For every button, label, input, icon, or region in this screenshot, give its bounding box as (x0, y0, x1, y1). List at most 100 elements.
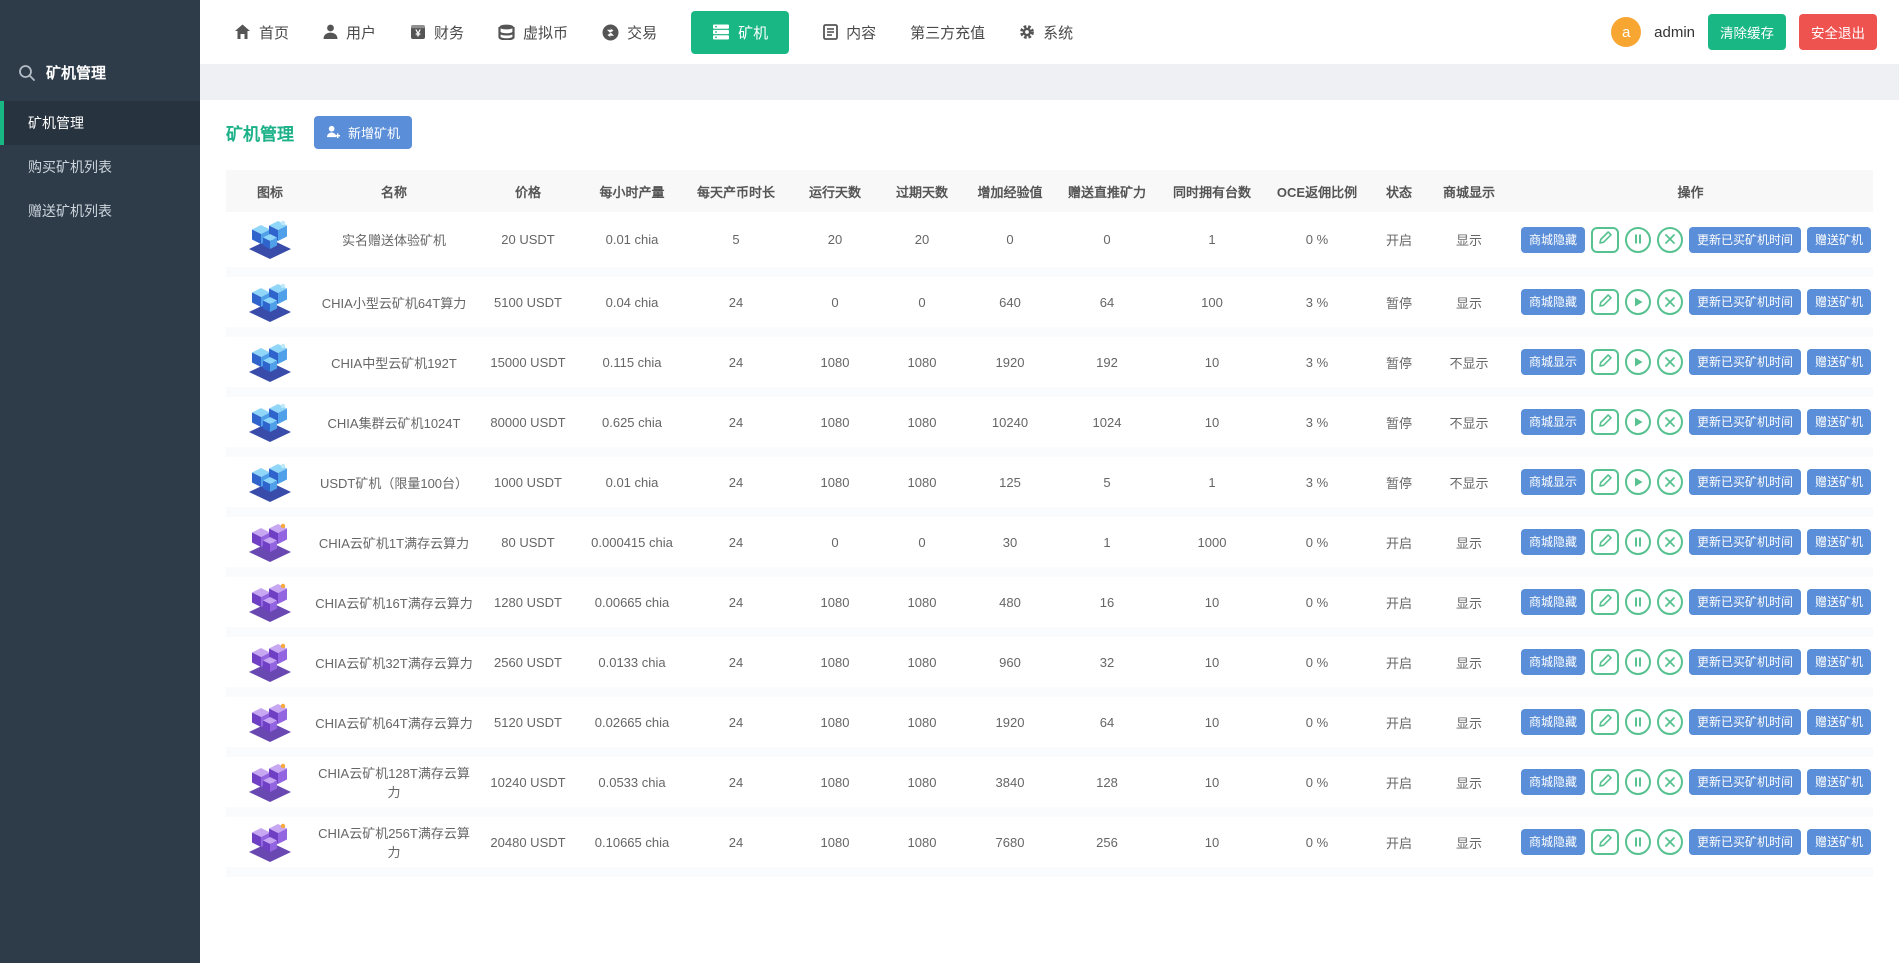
nav-item-system[interactable]: 系统 (1019, 22, 1073, 43)
update-time-button[interactable]: 更新已买矿机时间 (1689, 649, 1801, 675)
play-button[interactable] (1625, 289, 1651, 315)
edit-button[interactable] (1591, 649, 1619, 675)
edit-button[interactable] (1591, 289, 1619, 315)
gift-miner-button[interactable]: 赠送矿机 (1807, 409, 1871, 435)
gift-miner-button[interactable]: 赠送矿机 (1807, 709, 1871, 735)
cancel-button[interactable] (1657, 529, 1683, 555)
update-time-button[interactable]: 更新已买矿机时间 (1689, 409, 1801, 435)
sidebar-item-miner-management[interactable]: 矿机管理 (0, 101, 200, 145)
mall-toggle-button[interactable]: 商城隐藏 (1521, 589, 1585, 615)
nav-item-home[interactable]: 首页 (234, 22, 289, 43)
pause-button[interactable] (1625, 529, 1651, 555)
machine-icon (247, 850, 293, 865)
edit-button[interactable] (1591, 829, 1619, 855)
sidebar-item-purchased-miner-list[interactable]: 购买矿机列表 (0, 145, 200, 189)
gift-miner-button[interactable]: 赠送矿机 (1807, 829, 1871, 855)
mall-toggle-button[interactable]: 商城显示 (1521, 469, 1585, 495)
cancel-button[interactable] (1657, 349, 1683, 375)
update-time-button[interactable]: 更新已买矿机时间 (1689, 529, 1801, 555)
update-time-button[interactable]: 更新已买矿机时间 (1689, 289, 1801, 315)
nav-item-users[interactable]: 用户 (323, 22, 376, 43)
cell-running-days: 1080 (790, 332, 880, 392)
gift-miner-button[interactable]: 赠送矿机 (1807, 529, 1871, 555)
sidebar-item-gifted-miner-list[interactable]: 赠送矿机列表 (0, 189, 200, 233)
mall-toggle-button[interactable]: 商城显示 (1521, 409, 1585, 435)
gift-miner-button[interactable]: 赠送矿机 (1807, 589, 1871, 615)
mall-toggle-button[interactable]: 商城显示 (1521, 349, 1585, 375)
cell-max-units: 10 (1158, 812, 1266, 872)
logout-button[interactable]: 安全退出 (1799, 14, 1877, 50)
edit-button[interactable] (1591, 349, 1619, 375)
pause-button[interactable] (1625, 649, 1651, 675)
pause-button[interactable] (1625, 227, 1651, 253)
gift-miner-button[interactable]: 赠送矿机 (1807, 349, 1871, 375)
gift-miner-button[interactable]: 赠送矿机 (1807, 469, 1871, 495)
update-time-button[interactable]: 更新已买矿机时间 (1689, 829, 1801, 855)
mall-toggle-button[interactable]: 商城隐藏 (1521, 829, 1585, 855)
nav-item-third-party-recharge[interactable]: 第三方充值 (910, 22, 985, 43)
cancel-button[interactable] (1657, 289, 1683, 315)
cell-expire-days: 1080 (880, 632, 964, 692)
mall-toggle-button[interactable]: 商城隐藏 (1521, 289, 1585, 315)
gift-miner-button[interactable]: 赠送矿机 (1807, 289, 1871, 315)
gift-miner-button[interactable]: 赠送矿机 (1807, 769, 1871, 795)
pause-icon (1633, 715, 1643, 730)
mall-toggle-button[interactable]: 商城隐藏 (1521, 227, 1585, 253)
edit-button[interactable] (1591, 769, 1619, 795)
mall-toggle-button[interactable]: 商城隐藏 (1521, 649, 1585, 675)
pause-button[interactable] (1625, 589, 1651, 615)
clear-cache-button[interactable]: 清除缓存 (1708, 14, 1786, 50)
update-time-button[interactable]: 更新已买矿机时间 (1689, 227, 1801, 253)
nav-item-label: 交易 (627, 22, 657, 43)
add-miner-button[interactable]: 新增矿机 (314, 116, 412, 149)
edit-button[interactable] (1591, 709, 1619, 735)
nav-item-content[interactable]: 内容 (823, 22, 876, 43)
edit-button[interactable] (1591, 589, 1619, 615)
price: 15000 USDT (490, 355, 565, 370)
cell-actions: 商城隐藏 更新已买矿机时间 赠送矿机 (1508, 752, 1873, 812)
update-time-button[interactable]: 更新已买矿机时间 (1689, 469, 1801, 495)
cancel-button[interactable] (1657, 649, 1683, 675)
actions-wrap: 商城显示 更新已买矿机时间 赠送矿机 (1508, 469, 1873, 495)
sidebar-search[interactable]: 矿机管理 (0, 62, 200, 101)
cell-status: 开启 (1368, 212, 1430, 272)
edit-button[interactable] (1591, 227, 1619, 253)
cell-actions: 商城隐藏 更新已买矿机时间 赠送矿机 (1508, 692, 1873, 752)
update-time-button[interactable]: 更新已买矿机时间 (1689, 709, 1801, 735)
status-text: 开启 (1386, 233, 1412, 248)
edit-button[interactable] (1591, 469, 1619, 495)
cell-running-days: 1080 (790, 392, 880, 452)
nav-item-finance[interactable]: ¥财务 (410, 22, 464, 43)
pause-button[interactable] (1625, 829, 1651, 855)
cell-actions: 商城显示 更新已买矿机时间 赠送矿机 (1508, 452, 1873, 512)
cancel-button[interactable] (1657, 409, 1683, 435)
edit-button[interactable] (1591, 409, 1619, 435)
cancel-button[interactable] (1657, 769, 1683, 795)
pause-button[interactable] (1625, 709, 1651, 735)
nav-item-label: 用户 (346, 22, 376, 43)
expire-days: 1080 (908, 655, 937, 670)
update-time-button[interactable]: 更新已买矿机时间 (1689, 589, 1801, 615)
edit-button[interactable] (1591, 529, 1619, 555)
sidebar: 矿机管理 矿机管理购买矿机列表赠送矿机列表 (0, 0, 200, 963)
gift-miner-button[interactable]: 赠送矿机 (1807, 649, 1871, 675)
play-button[interactable] (1625, 349, 1651, 375)
mall-toggle-button[interactable]: 商城隐藏 (1521, 709, 1585, 735)
update-time-button[interactable]: 更新已买矿机时间 (1689, 349, 1801, 375)
cancel-button[interactable] (1657, 589, 1683, 615)
cancel-button[interactable] (1657, 227, 1683, 253)
cancel-button[interactable] (1657, 829, 1683, 855)
pause-button[interactable] (1625, 769, 1651, 795)
update-time-button[interactable]: 更新已买矿机时间 (1689, 769, 1801, 795)
nav-item-trade[interactable]: 交易 (602, 22, 657, 43)
gift-miner-button[interactable]: 赠送矿机 (1807, 227, 1871, 253)
mall-toggle-button[interactable]: 商城隐藏 (1521, 769, 1585, 795)
mall-toggle-button[interactable]: 商城隐藏 (1521, 529, 1585, 555)
cancel-button[interactable] (1657, 709, 1683, 735)
play-button[interactable] (1625, 409, 1651, 435)
play-button[interactable] (1625, 469, 1651, 495)
avatar[interactable]: a (1611, 17, 1641, 47)
cancel-button[interactable] (1657, 469, 1683, 495)
nav-item-miner[interactable]: 矿机 (691, 11, 789, 54)
nav-item-virtual-coin[interactable]: 虚拟币 (498, 22, 568, 43)
